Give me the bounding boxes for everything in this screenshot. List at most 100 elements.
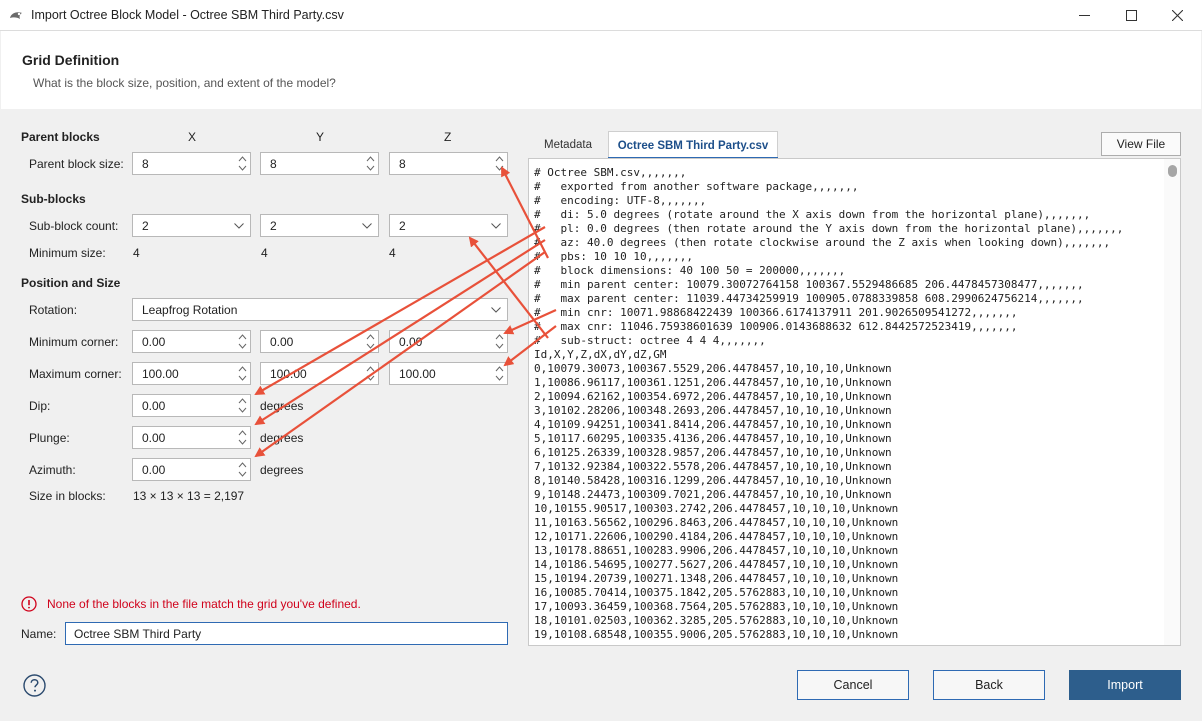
- maximum-corner-y-input[interactable]: 100.00: [260, 362, 379, 385]
- minimum-corner-label: Minimum corner:: [29, 335, 119, 349]
- file-line: 4,10109.94251,100341.8414,206.4478457,10…: [534, 418, 892, 431]
- chevron-down-icon: [491, 223, 501, 229]
- file-line: 14,10186.54695,100277.5627,206.4478457,1…: [534, 558, 899, 571]
- back-button[interactable]: Back: [933, 670, 1045, 700]
- file-line: 10,10155.90517,100303.2742,206.4478457,1…: [534, 502, 899, 515]
- tab-file[interactable]: Octree SBM Third Party.csv: [608, 131, 778, 159]
- file-line: # min cnr: 10071.98868422439 100366.6174…: [534, 306, 1018, 319]
- wizard-header: Grid Definition What is the block size, …: [1, 31, 1201, 109]
- position-size-heading: Position and Size: [21, 276, 121, 290]
- maximize-icon: [1126, 10, 1137, 21]
- spin-arrows-icon[interactable]: [366, 365, 375, 382]
- minimum-size-label: Minimum size:: [29, 246, 106, 260]
- spin-arrows-icon[interactable]: [495, 333, 504, 350]
- column-x-header: X: [188, 130, 197, 144]
- parent-block-size-x-input[interactable]: 8: [132, 152, 251, 175]
- file-line: 12,10171.22606,100290.4184,206.4478457,1…: [534, 530, 899, 543]
- column-y-header: Y: [316, 130, 325, 144]
- file-line: # sub-struct: octree 4 4 4,,,,,,,: [534, 334, 766, 347]
- minimum-size-y: 4: [261, 246, 268, 260]
- file-line: 19,10108.68548,100355.9006,205.5762883,1…: [534, 628, 899, 641]
- dip-label: Dip:: [29, 399, 51, 413]
- dip-input[interactable]: 0.00: [132, 394, 251, 417]
- title-bar: Import Octree Block Model - Octree SBM T…: [0, 0, 1202, 31]
- sub-block-count-label: Sub-block count:: [29, 219, 119, 233]
- name-input[interactable]: Octree SBM Third Party: [65, 622, 508, 645]
- maximum-corner-z-input[interactable]: 100.00: [389, 362, 508, 385]
- file-line: 17,10093.36459,100368.7564,205.5762883,1…: [534, 600, 899, 613]
- sub-block-count-x-select[interactable]: 2: [132, 214, 251, 237]
- arrow-az-to-azimuth: [254, 251, 546, 458]
- spin-arrows-icon[interactable]: [238, 429, 247, 446]
- file-line: 5,10117.60295,100335.4136,206.4478457,10…: [534, 432, 892, 445]
- tab-metadata[interactable]: Metadata: [528, 131, 608, 158]
- minimum-size-x: 4: [133, 246, 140, 260]
- file-preview[interactable]: # Octree SBM.csv,,,,,,, # exported from a…: [528, 158, 1181, 646]
- parent-block-size-z-input[interactable]: 8: [389, 152, 508, 175]
- minimum-corner-z-input[interactable]: 0.00: [389, 330, 508, 353]
- error-message: None of the blocks in the file match the…: [47, 597, 361, 611]
- plunge-unit: degrees: [260, 431, 304, 445]
- help-icon[interactable]: [23, 674, 46, 697]
- page-subtitle: What is the block size, position, and ex…: [33, 76, 336, 90]
- sub-block-count-z-select[interactable]: 2: [389, 214, 508, 237]
- vertical-scrollbar[interactable]: [1164, 159, 1180, 645]
- file-line: 16,10085.70414,100375.1842,205.5762883,1…: [534, 586, 899, 599]
- size-in-blocks-label: Size in blocks:: [29, 489, 106, 503]
- import-button[interactable]: Import: [1069, 670, 1181, 700]
- file-line: Id,X,Y,Z,dX,dY,dZ,GM: [534, 348, 667, 361]
- cancel-button[interactable]: Cancel: [797, 670, 909, 700]
- file-preview-text: # Octree SBM.csv,,,,,,, # exported from a…: [534, 166, 1123, 642]
- error-icon: [21, 596, 37, 612]
- maximize-button[interactable]: [1109, 0, 1155, 31]
- view-file-button[interactable]: View File: [1101, 132, 1181, 156]
- file-line: # az: 40.0 degrees (then rotate clockwis…: [534, 236, 1111, 249]
- size-in-blocks-value: 13 × 13 × 13 = 2,197: [133, 489, 245, 503]
- spin-arrows-icon[interactable]: [366, 333, 375, 350]
- maximum-corner-x-input[interactable]: 100.00: [132, 362, 251, 385]
- chevron-down-icon: [234, 223, 244, 229]
- file-line: # max parent center: 11039.44734259919 1…: [534, 292, 1084, 305]
- rotation-select[interactable]: Leapfrog Rotation: [132, 298, 508, 321]
- spin-arrows-icon[interactable]: [495, 365, 504, 382]
- file-line: 7,10132.92384,100322.5578,206.4478457,10…: [534, 460, 892, 473]
- azimuth-input[interactable]: 0.00: [132, 458, 251, 481]
- file-line: 6,10125.26339,100328.9857,206.4478457,10…: [534, 446, 892, 459]
- file-line: # block dimensions: 40 100 50 = 200000,,…: [534, 264, 846, 277]
- plunge-input[interactable]: 0.00: [132, 426, 251, 449]
- file-line: # pl: 0.0 degrees (then rotate around th…: [534, 222, 1124, 235]
- spin-arrows-icon[interactable]: [495, 155, 504, 172]
- file-line: 3,10102.28206,100348.2693,206.4478457,10…: [534, 404, 892, 417]
- minimize-button[interactable]: [1062, 0, 1108, 31]
- spin-arrows-icon[interactable]: [238, 333, 247, 350]
- file-line: # max cnr: 11046.75938601639 100906.0143…: [534, 320, 1018, 333]
- spin-arrows-icon[interactable]: [238, 365, 247, 382]
- plunge-label: Plunge:: [29, 431, 70, 445]
- page-title: Grid Definition: [22, 52, 120, 68]
- file-line: # min parent center: 10079.30072764158 1…: [534, 278, 1084, 291]
- file-line: 8,10140.58428,100316.1299,206.4478457,10…: [534, 474, 892, 487]
- file-line: # pbs: 10 10 10,,,,,,,: [534, 250, 693, 263]
- azimuth-unit: degrees: [260, 463, 304, 477]
- close-button[interactable]: [1155, 0, 1201, 31]
- window-title: Import Octree Block Model - Octree SBM T…: [31, 8, 344, 22]
- file-line: 11,10163.56562,100296.8463,206.4478457,1…: [534, 516, 899, 529]
- file-line: 0,10079.30073,100367.5529,206.4478457,10…: [534, 362, 892, 375]
- parent-blocks-heading: Parent blocks: [21, 130, 100, 144]
- rotation-label: Rotation:: [29, 303, 78, 317]
- sub-block-count-y-select[interactable]: 2: [260, 214, 379, 237]
- minimum-corner-x-input[interactable]: 0.00: [132, 330, 251, 353]
- parent-block-size-y-input[interactable]: 8: [260, 152, 379, 175]
- spin-arrows-icon[interactable]: [238, 397, 247, 414]
- spin-arrows-icon[interactable]: [238, 155, 247, 172]
- spin-arrows-icon[interactable]: [366, 155, 375, 172]
- scrollbar-thumb[interactable]: [1168, 165, 1177, 177]
- file-line: 2,10094.62162,100354.6972,206.4478457,10…: [534, 390, 892, 403]
- chevron-down-icon: [362, 223, 372, 229]
- column-z-header: Z: [444, 130, 452, 144]
- minimum-corner-y-input[interactable]: 0.00: [260, 330, 379, 353]
- spin-arrows-icon[interactable]: [238, 461, 247, 478]
- file-line: # exported from another software package…: [534, 180, 859, 193]
- file-line: # Octree SBM.csv,,,,,,,: [534, 166, 687, 179]
- minimize-icon: [1079, 15, 1090, 16]
